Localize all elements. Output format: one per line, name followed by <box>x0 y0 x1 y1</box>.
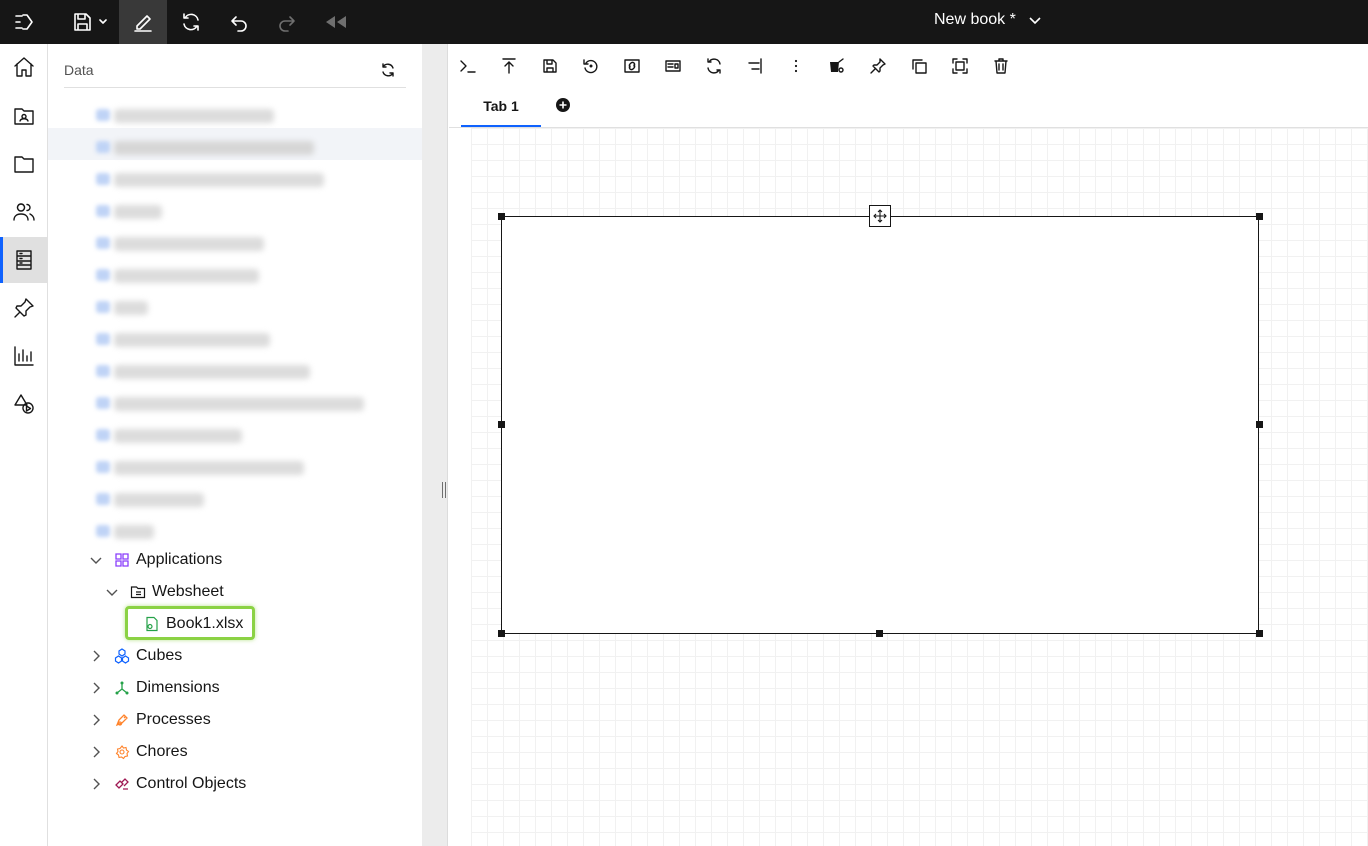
tree-label: Cubes <box>136 647 183 664</box>
chevron-right-icon[interactable] <box>88 744 104 760</box>
chevron-right-icon[interactable] <box>88 712 104 728</box>
refresh-icon[interactable] <box>705 57 723 75</box>
copy-icon[interactable] <box>910 57 928 75</box>
panel-splitter[interactable] <box>422 44 448 846</box>
save-menu-button[interactable] <box>58 0 112 44</box>
tree-label: Control Objects <box>136 775 247 792</box>
left-rail <box>0 44 48 846</box>
rewind-icon[interactable] <box>311 0 359 44</box>
terminal-icon[interactable] <box>459 57 477 75</box>
canvas-margin <box>449 128 472 846</box>
cubes-icon <box>114 648 130 664</box>
chevron-right-icon[interactable] <box>88 648 104 664</box>
resize-handle-bottom[interactable] <box>876 630 883 637</box>
panel-divider <box>64 87 406 88</box>
link-icon[interactable] <box>623 57 641 75</box>
users-icon[interactable] <box>0 189 47 235</box>
dimensions-icon <box>115 681 129 695</box>
card-icon[interactable] <box>664 57 682 75</box>
undo-icon[interactable] <box>215 0 263 44</box>
chevron-down-icon[interactable] <box>104 584 120 600</box>
spreadsheet-file-icon <box>146 616 158 632</box>
folder-icon[interactable] <box>0 141 47 187</box>
resize-handle-top-left[interactable] <box>498 213 505 220</box>
save-icon[interactable] <box>541 57 559 75</box>
folder-icon <box>130 586 146 599</box>
processes-icon <box>115 714 128 727</box>
chevron-right-icon[interactable] <box>88 680 104 696</box>
resize-handle-left[interactable] <box>498 421 505 428</box>
tree-item-applications[interactable]: Applications <box>88 548 222 572</box>
chores-icon <box>115 745 130 760</box>
tree-item-control-objects[interactable]: Control Objects <box>88 772 246 796</box>
edit-icon[interactable] <box>119 0 167 44</box>
panel-title: Data <box>64 62 94 78</box>
chevron-down-icon[interactable] <box>1027 12 1043 28</box>
data-icon[interactable] <box>0 237 47 283</box>
resize-handle-top-right[interactable] <box>1256 213 1263 220</box>
canvas-toolbar <box>449 44 1368 87</box>
home-icon[interactable] <box>0 44 47 90</box>
resize-handle-right[interactable] <box>1256 421 1263 428</box>
chart-icon[interactable] <box>0 333 47 379</box>
sheet-tabs: Tab 1 <box>449 86 1368 128</box>
tree-item-book[interactable]: Book1.xlsx <box>144 612 243 636</box>
book-title[interactable]: New book * <box>934 0 1016 40</box>
applications-icon <box>115 553 129 567</box>
shapes-icon[interactable] <box>0 381 47 427</box>
delete-icon[interactable] <box>992 57 1010 75</box>
pin-icon[interactable] <box>869 57 887 75</box>
tree-label: Chores <box>136 743 188 760</box>
tree-label: Book1.xlsx <box>166 615 244 632</box>
upload-icon[interactable] <box>500 57 518 75</box>
refresh-icon[interactable] <box>167 0 215 44</box>
overflow-icon[interactable] <box>787 57 805 75</box>
paint-icon[interactable] <box>828 57 846 75</box>
tree-item-processes[interactable]: Processes <box>88 708 211 732</box>
control-objects-icon <box>115 778 129 790</box>
tree-item-websheet[interactable]: Websheet <box>104 580 224 604</box>
tab-1[interactable]: Tab 1 <box>461 86 541 127</box>
resize-handle-bottom-left[interactable] <box>498 630 505 637</box>
chevron-down-icon[interactable] <box>88 552 104 568</box>
tree-label: Processes <box>136 711 211 728</box>
tree-item-chores[interactable]: Chores <box>88 740 188 764</box>
user-folder-icon[interactable] <box>0 93 47 139</box>
pin-icon[interactable] <box>0 285 47 331</box>
tree-item-dimensions[interactable]: Dimensions <box>88 676 220 700</box>
move-icon[interactable] <box>869 205 891 227</box>
reset-icon[interactable] <box>582 57 600 75</box>
tree-label: Applications <box>136 551 223 568</box>
collapse-menu-icon[interactable] <box>0 0 48 44</box>
align-icon[interactable] <box>746 57 764 75</box>
data-panel: Data Applications Websheet Book1.xlsx Cu… <box>48 44 422 846</box>
splitter-grip[interactable] <box>442 482 446 498</box>
resize-handle-bottom-right[interactable] <box>1256 630 1263 637</box>
fit-icon[interactable] <box>951 57 969 75</box>
websheet-frame[interactable] <box>501 216 1259 634</box>
tree-label: Dimensions <box>136 679 220 696</box>
top-bar: New book * <box>0 0 1368 44</box>
refresh-icon[interactable] <box>380 62 396 78</box>
tree-item-cubes[interactable]: Cubes <box>88 644 182 668</box>
add-tab-icon[interactable] <box>555 97 571 113</box>
redo-icon[interactable] <box>263 0 311 44</box>
tree-label: Websheet <box>152 583 224 600</box>
chevron-right-icon[interactable] <box>88 776 104 792</box>
